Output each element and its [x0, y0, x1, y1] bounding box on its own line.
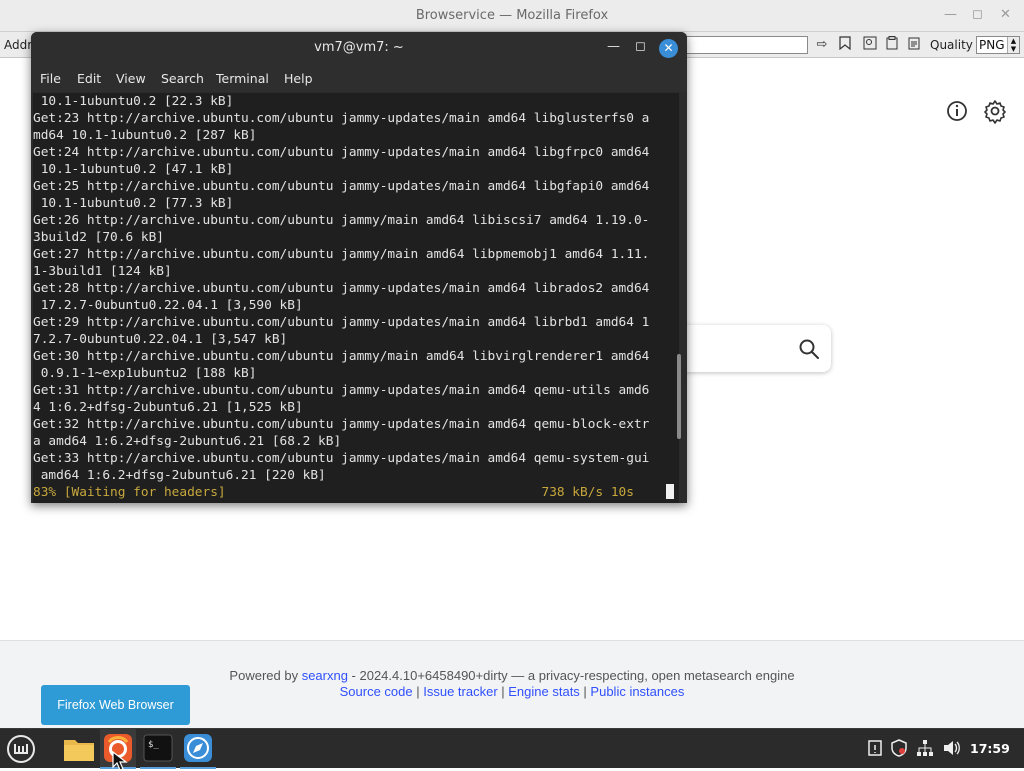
menu-edit[interactable]: Edit [77, 71, 101, 86]
menu-help[interactable]: Help [284, 71, 313, 86]
menu-file[interactable]: File [40, 71, 61, 86]
taskbar: $_ 17:59 [0, 728, 1024, 771]
terminal-line: Get:30 http://archive.ubuntu.com/ubuntu … [33, 349, 650, 364]
terminal-line: Get:32 http://archive.ubuntu.com/ubuntu … [33, 417, 650, 432]
terminal-line: 7.2.7-0ubuntu0.22.04.1 [3,547 kB] [33, 332, 288, 347]
terminal-window[interactable]: vm7@vm7: ~ — ◻ ✕ File Edit View Search T… [31, 32, 687, 503]
search-icon[interactable] [797, 337, 821, 361]
searxng-link[interactable]: searxng [302, 668, 348, 683]
web-browser-icon[interactable] [183, 733, 213, 763]
terminal-icon[interactable]: $_ [143, 733, 173, 763]
source-code-link[interactable]: Source code [340, 684, 413, 699]
network-icon[interactable] [916, 739, 934, 757]
find-icon[interactable] [860, 36, 880, 54]
footer-separator: | [579, 684, 591, 699]
bookmark-icon[interactable] [835, 36, 855, 54]
terminal-title: vm7@vm7: ~ [314, 40, 404, 55]
terminal-line: 10.1-1ubuntu0.2 [22.3 kB] [33, 94, 234, 109]
settings-gear-icon[interactable] [982, 98, 1008, 124]
terminal-line: 10.1-1ubuntu0.2 [77.3 kB] [33, 196, 234, 211]
quality-label: Quality [930, 38, 973, 52]
terminal-output[interactable]: 10.1-1ubuntu0.2 [22.3 kB] Get:23 http://a… [33, 93, 679, 503]
terminal-lines: 10.1-1ubuntu0.2 [22.3 kB] Get:23 http://a… [33, 93, 649, 501]
footer-version-text: - 2024.4.10+6458490+dirty — a privacy-re… [347, 668, 795, 683]
svg-text:$_: $_ [148, 740, 159, 750]
close-icon[interactable]: ✕ [1000, 7, 1011, 22]
quality-value: PNG [979, 38, 1005, 52]
terminal-line: Get:23 http://archive.ubuntu.com/ubuntu … [33, 111, 650, 126]
volume-icon[interactable] [942, 739, 960, 757]
terminal-line: 17.2.7-0ubuntu0.22.04.1 [3,590 kB] [33, 298, 303, 313]
minimize-icon[interactable]: — [944, 7, 957, 22]
mouse-pointer-icon [112, 751, 128, 771]
address-label: Addr [4, 38, 33, 52]
terminal-taskbar-slot[interactable]: $_ [140, 729, 176, 769]
file-manager-icon[interactable] [62, 733, 96, 765]
active-indicator [140, 767, 176, 769]
terminal-line: md64 10.1-1ubuntu0.2 [287 kB] [33, 128, 257, 143]
terminal-line: 1-3build1 [124 kB] [33, 264, 172, 279]
terminal-cursor [666, 484, 674, 499]
mint-menu-icon[interactable] [4, 733, 38, 765]
terminal-line: Get:29 http://archive.ubuntu.com/ubuntu … [33, 315, 650, 330]
terminal-line: Get:33 http://archive.ubuntu.com/ubuntu … [33, 451, 650, 466]
browservice-taskbar-slot[interactable] [180, 729, 216, 769]
footer-separator: | [412, 684, 424, 699]
terminal-line: Get:27 http://archive.ubuntu.com/ubuntu … [33, 247, 650, 262]
terminal-line: Get:24 http://archive.ubuntu.com/ubuntu … [33, 145, 650, 160]
menu-search[interactable]: Search [161, 71, 204, 86]
info-icon[interactable] [944, 98, 970, 124]
terminal-line: Get:25 http://archive.ubuntu.com/ubuntu … [33, 179, 650, 194]
shield-tray-icon[interactable] [890, 739, 908, 757]
terminal-menubar: File Edit View Search Terminal Help [31, 64, 687, 92]
terminal-line: Get:31 http://archive.ubuntu.com/ubuntu … [33, 383, 650, 398]
terminal-line: amd64 1:6.2+dfsg-2ubuntu6.21 [220 kB] [33, 468, 326, 483]
terminal-line: 0.9.1-1~exp1ubuntu2 [188 kB] [33, 366, 257, 381]
clipboard-icon[interactable] [882, 36, 902, 54]
terminal-line: a amd64 1:6.2+dfsg-2ubuntu6.21 [68.2 kB] [33, 434, 342, 449]
paste-icon[interactable] [904, 36, 924, 54]
address-input[interactable] [680, 36, 808, 54]
terminal-line: 10.1-1ubuntu0.2 [47.1 kB] [33, 162, 234, 177]
terminal-status-line: 83% [Waiting for headers] 738 kB/s 10s [33, 485, 634, 500]
clipboard-tray-icon[interactable] [866, 739, 884, 757]
active-indicator [180, 767, 216, 769]
terminal-line: 4 1:6.2+dfsg-2ubuntu6.21 [1,525 kB] [33, 400, 303, 415]
firefox-window-title: Browservice — Mozilla Firefox [415, 8, 609, 23]
clock[interactable]: 17:59 [970, 741, 1010, 756]
maximize-icon[interactable]: ◻ [635, 39, 646, 54]
close-icon[interactable]: ✕ [659, 39, 678, 58]
firefox-titlebar: Browservice — Mozilla Firefox — ◻ ✕ [0, 0, 1024, 32]
terminal-line: 3build2 [70.6 kB] [33, 230, 164, 245]
spinner-arrows-icon[interactable]: ▲ ▼ [1007, 37, 1019, 53]
terminal-scrollbar[interactable] [677, 354, 681, 439]
issue-tracker-link[interactable]: Issue tracker [423, 684, 497, 699]
terminal-titlebar[interactable]: vm7@vm7: ~ — ◻ ✕ [31, 32, 687, 64]
maximize-icon[interactable]: ◻ [972, 7, 983, 22]
quality-select[interactable]: PNG ▲ ▼ [976, 36, 1020, 54]
terminal-line: Get:26 http://archive.ubuntu.com/ubuntu … [33, 213, 650, 228]
menu-terminal[interactable]: Terminal [216, 71, 269, 86]
footer-powered-text: Powered by [229, 668, 302, 683]
minimize-icon[interactable]: — [607, 39, 620, 54]
taskbar-tooltip: Firefox Web Browser [41, 685, 190, 725]
terminal-line: Get:28 http://archive.ubuntu.com/ubuntu … [33, 281, 650, 296]
go-arrow-icon[interactable]: ⇨ [812, 36, 832, 54]
menu-view[interactable]: View [116, 71, 146, 86]
public-instances-link[interactable]: Public instances [590, 684, 684, 699]
engine-stats-link[interactable]: Engine stats [508, 684, 580, 699]
footer-separator: | [497, 684, 509, 699]
footer-powered-by: Powered by searxng - 2024.4.10+6458490+d… [0, 668, 1024, 683]
